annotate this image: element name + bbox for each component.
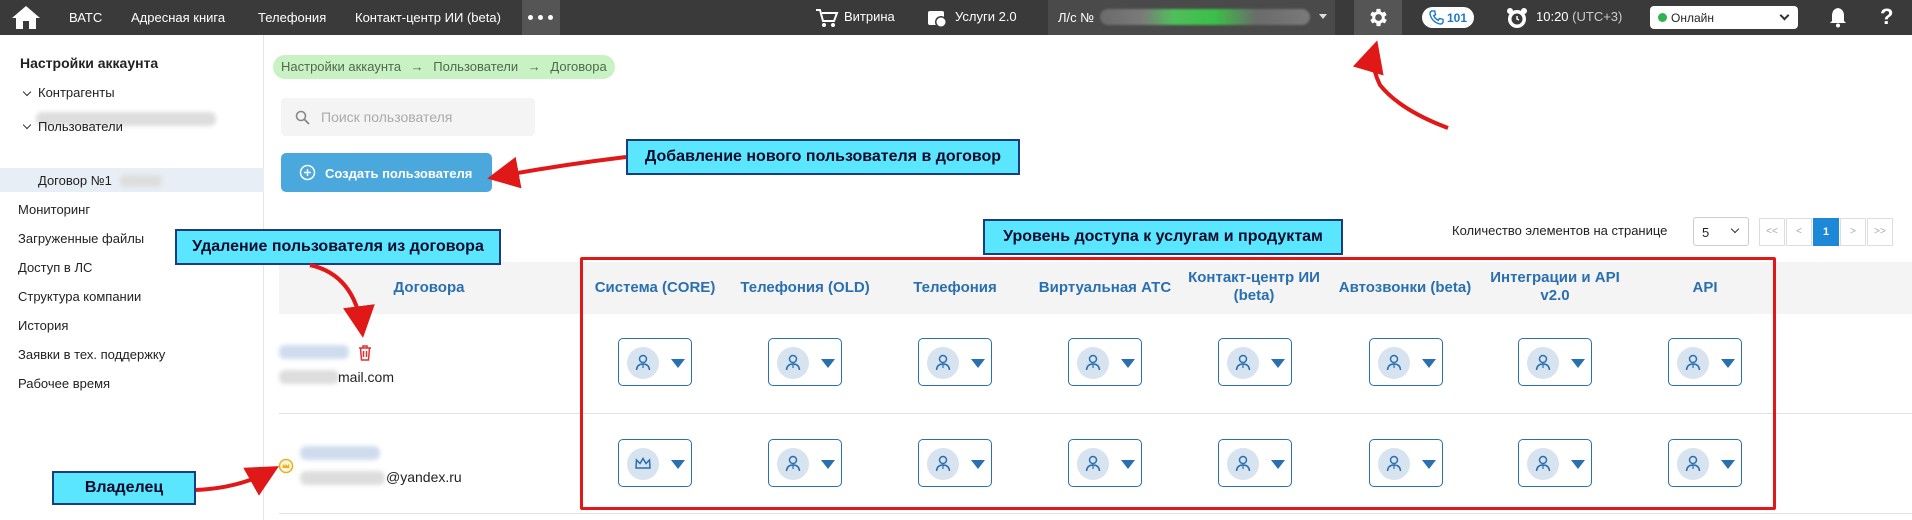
arrow-add-user — [487, 155, 627, 189]
arrow-delete — [309, 263, 375, 338]
arrow-settings — [1352, 40, 1449, 130]
arrow-owner — [195, 466, 279, 496]
annotation-arrows — [195, 40, 1449, 496]
